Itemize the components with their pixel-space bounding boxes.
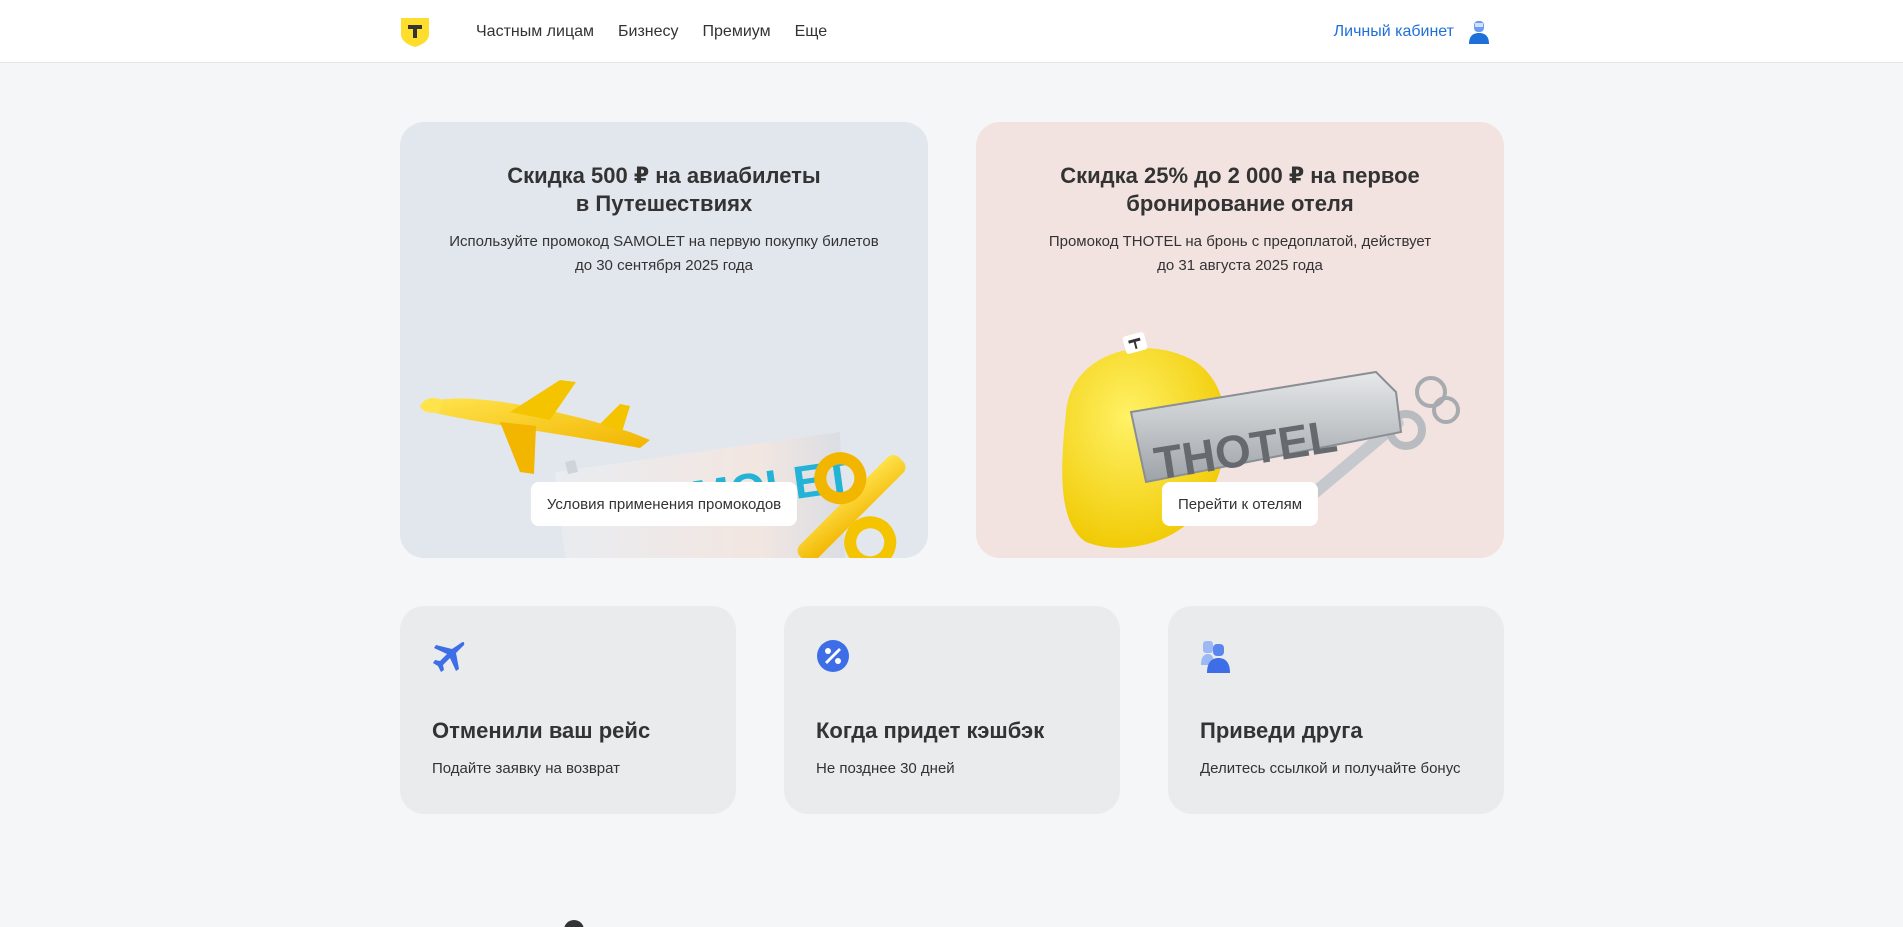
personal-account-link[interactable]: Личный кабинет: [1334, 23, 1454, 41]
nav-item-business[interactable]: Бизнесу: [618, 23, 679, 41]
refer-friend-card[interactable]: Приведи друга Делитесь ссылкой и получай…: [1168, 606, 1504, 814]
nav-item-personal[interactable]: Частным лицам: [476, 23, 594, 41]
promo-card-hotels[interactable]: Скидка 25% до 2 000 ₽ на первое брониров…: [976, 122, 1504, 558]
airplane-icon: [433, 641, 465, 672]
promo-title: Скидка 25% до 2 000 ₽ на первое брониров…: [1060, 163, 1420, 216]
promo-title: Скидка 500 ₽ на авиабилеты в Путешествия…: [507, 163, 821, 216]
go-to-hotels-button[interactable]: Перейти к отелям: [1161, 482, 1319, 526]
next-section-peek: [564, 920, 584, 927]
main-nav: Частным лицам Бизнесу Премиум Еще: [476, 0, 827, 63]
promo-text: Промокод THOTEL на бронь с предоплатой, …: [1048, 233, 1432, 274]
card-title: Отменили ваш рейс: [432, 718, 651, 743]
promo-text: Используйте промокод SAMOLET на первую п…: [449, 233, 879, 274]
cashback-card[interactable]: Когда придет кэшбэк Не позднее 30 дней: [784, 606, 1120, 814]
percent-icon: [817, 640, 849, 672]
flight-cancelled-card[interactable]: Отменили ваш рейс Подайте заявку на возв…: [400, 606, 736, 814]
bank-logo-icon[interactable]: [400, 17, 430, 48]
top-header: Частным лицам Бизнесу Премиум Еще Личный…: [0, 0, 1903, 63]
promo-card-flights[interactable]: Скидка 500 ₽ на авиабилеты в Путешествия…: [400, 122, 928, 558]
card-title: Приведи друга: [1200, 718, 1363, 743]
nav-item-premium[interactable]: Премиум: [703, 23, 771, 41]
nav-item-more[interactable]: Еще: [795, 23, 828, 41]
promo-terms-button[interactable]: Условия применения промокодов: [530, 482, 798, 526]
card-text: Не позднее 30 дней: [816, 760, 955, 777]
card-text: Подайте заявку на возврат: [432, 760, 621, 777]
friends-icon: [1201, 641, 1230, 673]
personal-account: Личный кабинет: [1334, 0, 1490, 63]
card-title: Когда придет кэшбэк: [816, 718, 1045, 743]
user-icon[interactable]: [1468, 20, 1490, 44]
card-text: Делитесь ссылкой и получайте бонус: [1200, 760, 1461, 777]
